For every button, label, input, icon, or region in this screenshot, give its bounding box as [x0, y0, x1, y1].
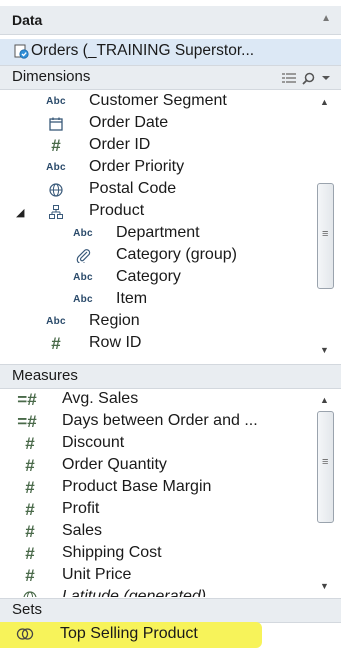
- field-profit[interactable]: # Profit: [0, 499, 312, 521]
- field-category-group[interactable]: Category (group): [0, 245, 312, 267]
- field-label: Latitude (generated): [62, 588, 207, 597]
- measures-scrollbar[interactable]: ▲ ≡ ▼: [316, 389, 335, 597]
- field-label: Order Quantity: [62, 456, 167, 473]
- field-label: Avg. Sales: [62, 390, 139, 407]
- field-label: Discount: [62, 434, 125, 451]
- field-label: Department: [116, 224, 200, 241]
- field-label: Postal Code: [89, 180, 177, 197]
- number-type-icon: #: [25, 478, 35, 497]
- field-days-between-order[interactable]: =# Days between Order and ...: [0, 411, 312, 433]
- measures-list: =# Avg. Sales =# Days between Order and …: [0, 389, 312, 597]
- scroll-up-icon[interactable]: ▲: [320, 395, 329, 405]
- database-icon: [14, 44, 29, 59]
- field-order-quantity[interactable]: # Order Quantity: [0, 455, 312, 477]
- grip-icon: ≡: [322, 228, 329, 240]
- measures-label: Measures: [12, 367, 78, 384]
- data-panel-header: Data ▲: [0, 6, 341, 35]
- field-label: Shipping Cost: [62, 544, 162, 561]
- number-type-icon: #: [25, 456, 35, 475]
- field-label: Order ID: [89, 136, 151, 153]
- field-discount[interactable]: # Discount: [0, 433, 312, 455]
- field-latitude-generated[interactable]: Latitude (generated): [0, 587, 312, 597]
- field-postal-code[interactable]: Postal Code: [0, 179, 312, 201]
- view-cards-icon[interactable]: [282, 72, 296, 84]
- sets-label: Sets: [12, 601, 43, 618]
- globe-icon: [45, 182, 67, 198]
- string-type-icon: Abc: [73, 294, 93, 305]
- field-label: Sales: [62, 522, 103, 539]
- measures-header: Measures: [0, 364, 341, 389]
- field-label: Row ID: [89, 334, 142, 351]
- chevron-down-icon[interactable]: [321, 74, 331, 82]
- string-type-icon: Abc: [46, 96, 66, 107]
- field-item[interactable]: Abc Item: [0, 289, 312, 311]
- hierarchy-icon: [45, 204, 67, 220]
- scrollbar-thumb[interactable]: ≡: [317, 411, 334, 523]
- number-type-icon: #: [25, 434, 35, 453]
- field-avg-sales[interactable]: =# Avg. Sales: [0, 389, 312, 411]
- field-unit-price[interactable]: # Unit Price: [0, 565, 312, 587]
- field-label: Item: [116, 290, 148, 307]
- number-type-icon: #: [25, 544, 35, 563]
- field-sales[interactable]: # Sales: [0, 521, 312, 543]
- string-type-icon: Abc: [46, 162, 66, 173]
- dimensions-label: Dimensions: [12, 68, 91, 85]
- scroll-up-icon[interactable]: ▲: [320, 97, 329, 107]
- field-label: Customer Segment: [89, 92, 227, 109]
- field-label: Order Priority: [89, 158, 185, 175]
- field-order-date[interactable]: Order Date: [0, 113, 312, 135]
- field-customer-segment[interactable]: Abc Customer Segment: [0, 91, 312, 113]
- data-source-item[interactable]: Orders (_TRAINING Superstor...: [0, 39, 341, 66]
- field-label: Product: [89, 202, 145, 219]
- number-type-icon: #: [51, 334, 61, 353]
- number-type-icon: #: [25, 566, 35, 585]
- calculated-number-icon: =#: [17, 412, 37, 431]
- dimensions-header: Dimensions: [0, 65, 341, 90]
- field-order-id[interactable]: # Order ID: [0, 135, 312, 157]
- string-type-icon: Abc: [73, 272, 93, 283]
- field-region[interactable]: Abc Region: [0, 311, 312, 333]
- field-product-base-margin[interactable]: # Product Base Margin: [0, 477, 312, 499]
- scroll-down-icon[interactable]: ▼: [320, 345, 329, 355]
- scroll-down-icon[interactable]: ▼: [320, 581, 329, 591]
- field-order-priority[interactable]: Abc Order Priority: [0, 157, 312, 179]
- field-label: Category (group): [116, 246, 237, 263]
- field-label: Category: [116, 268, 181, 285]
- scrollbar-thumb[interactable]: ≡: [317, 183, 334, 289]
- set-icon: [16, 628, 34, 640]
- field-label: Region: [89, 312, 140, 329]
- field-label: Order Date: [89, 114, 169, 131]
- set-top-selling-product[interactable]: Top Selling Product: [0, 622, 262, 648]
- calendar-icon: [45, 116, 67, 132]
- data-source-name: Orders (_TRAINING Superstor...: [31, 42, 255, 59]
- grip-icon: ≡: [322, 456, 329, 468]
- number-type-icon: #: [51, 136, 61, 155]
- sets-header: Sets: [0, 598, 341, 623]
- field-department[interactable]: Abc Department: [0, 223, 312, 245]
- number-type-icon: #: [25, 522, 35, 541]
- string-type-icon: Abc: [73, 228, 93, 239]
- search-icon[interactable]: [302, 72, 315, 85]
- paperclip-icon: [72, 248, 94, 265]
- field-shipping-cost[interactable]: # Shipping Cost: [0, 543, 312, 565]
- collapse-triangle-icon[interactable]: ◢: [16, 206, 24, 219]
- panel-menu-icon[interactable]: ▲: [321, 13, 331, 24]
- globe-icon: [19, 590, 41, 597]
- field-category[interactable]: Abc Category: [0, 267, 312, 289]
- field-product-hierarchy[interactable]: ◢ Product: [0, 201, 312, 223]
- dimensions-scrollbar[interactable]: ▲ ≡ ▼: [316, 91, 335, 363]
- field-row-id[interactable]: # Row ID: [0, 333, 312, 355]
- field-label: Days between Order and ...: [62, 412, 258, 429]
- field-label: Product Base Margin: [62, 478, 212, 495]
- dimensions-list: Abc Customer Segment Order Date # Order …: [0, 91, 312, 363]
- panel-title: Data: [12, 12, 43, 28]
- calculated-number-icon: =#: [17, 390, 37, 409]
- number-type-icon: #: [25, 500, 35, 519]
- field-label: Profit: [62, 500, 100, 517]
- set-label: Top Selling Product: [60, 625, 198, 642]
- field-label: Unit Price: [62, 566, 132, 583]
- string-type-icon: Abc: [46, 316, 66, 327]
